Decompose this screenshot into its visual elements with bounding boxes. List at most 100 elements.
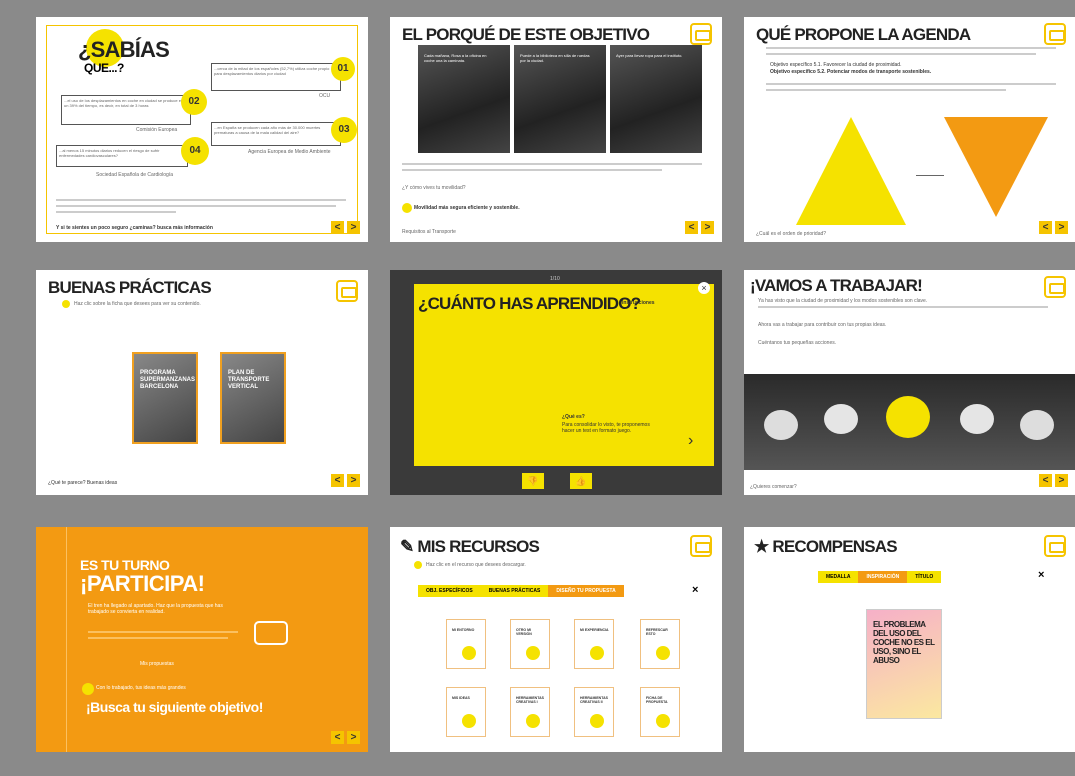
resource-card[interactable]: OTRO MI VERSIÓN — [510, 619, 550, 669]
text-line — [56, 211, 176, 213]
close-icon[interactable]: × — [698, 282, 710, 294]
dislike-button[interactable]: 👎 — [522, 473, 544, 489]
prev-button[interactable]: < — [1039, 221, 1052, 234]
resource-title: MI EXPERIENCIA — [580, 628, 609, 632]
slide-title: ¡VAMOS A TRABAJAR! — [750, 276, 923, 295]
bus-logo-icon — [1044, 23, 1066, 45]
paper-ball — [764, 410, 798, 440]
resource-title: HERRAMIENTAS CREATIVAS II — [580, 696, 608, 704]
footer-text: Requisitos al Transporte — [402, 229, 456, 235]
crumpled-paper-image — [744, 374, 1075, 470]
tab-disenio-propuesta[interactable]: DISEÑO TU PROPUESTA — [548, 585, 624, 597]
resource-card[interactable]: HERRAMIENTAS CREATIVAS II — [574, 687, 614, 737]
photo-1-caption: Cada mañana, Rosa a la oficina en coche … — [424, 53, 487, 63]
photo-3: Ayer para llevar ropa para el instituto. — [610, 45, 702, 153]
tab-medalla[interactable]: MEDALLA — [818, 571, 858, 583]
tab-buenas-practicas[interactable]: BUENAS PRÁCTICAS — [481, 585, 549, 597]
reward-tabs: MEDALLA INSPIRACIÓN TÍTULO — [818, 571, 942, 583]
close-icon[interactable]: × — [1038, 569, 1044, 581]
fact-02-source: Comisión Europea — [136, 127, 178, 133]
paper-ball — [960, 404, 994, 434]
resource-title: OTRO MI VERSIÓN — [516, 628, 532, 636]
text-line — [766, 47, 1056, 49]
like-button[interactable]: 👍 — [570, 473, 592, 489]
vertical-line — [66, 527, 67, 752]
slide-quiz[interactable]: 1/10 ¿CUÁNTO HAS APRENDIDO? Instruccione… — [390, 270, 722, 495]
next-button[interactable]: > — [347, 731, 360, 744]
prev-button[interactable]: < — [685, 221, 698, 234]
bus-logo-icon — [690, 23, 712, 45]
bus-logo-icon — [336, 280, 358, 302]
next-button[interactable]: > — [1055, 474, 1068, 487]
hint-dot — [414, 561, 422, 569]
fact-04-source: Sociedad Española de Cardiología — [96, 172, 173, 178]
slide-vamos-trabajar[interactable]: ¡VAMOS A TRABAJAR! Ya has visto que la c… — [744, 270, 1075, 495]
prev-button[interactable]: < — [331, 731, 344, 744]
slide-nav: < > — [1039, 221, 1068, 234]
next-button[interactable]: > — [1055, 221, 1068, 234]
resource-card[interactable]: FICHA DE PROPUESTA — [640, 687, 680, 737]
slide-subtitle: QUE...? — [84, 61, 124, 75]
mis-propuestas-link[interactable]: Mis propuestas — [140, 661, 174, 667]
footer-text: ¿Cuál es el orden de prioridad? — [756, 231, 827, 237]
bus-plug-icon — [254, 621, 288, 645]
bulb-icon — [590, 714, 604, 728]
fact-02: ...el uso de los desplazamientos en coch… — [61, 95, 191, 125]
slide-nav: < > — [331, 221, 360, 234]
practice-card-1[interactable]: PROGRAMA SUPERMANZANAS BARCELONA — [132, 352, 198, 444]
prev-button[interactable]: < — [1039, 474, 1052, 487]
practice-card-2[interactable]: PLAN DE TRANSPORTE VERTICAL — [220, 352, 286, 444]
bus-logo-icon — [690, 535, 712, 557]
close-icon[interactable]: × — [692, 584, 698, 596]
hint-text: Movilidad más segura eficiente y sosteni… — [414, 205, 520, 211]
tab-titulo[interactable]: TÍTULO — [907, 571, 941, 583]
text-line — [766, 89, 1006, 91]
prev-button[interactable]: < — [331, 474, 344, 487]
slide-sabias[interactable]: ¿SABÍAS QUE...? ...cerca de la mitad de … — [36, 17, 368, 242]
bus-logo-icon — [1044, 535, 1066, 557]
bus-logo-icon — [1044, 276, 1066, 298]
slide-nav: < > — [331, 731, 360, 744]
slide-mis-recursos[interactable]: ✎ MIS RECURSOS Haz clic en el recurso qu… — [390, 527, 722, 752]
slide-title: BUENAS PRÁCTICAS — [48, 278, 212, 297]
resource-card[interactable]: HERRAMIENTAS CREATIVAS I — [510, 687, 550, 737]
resource-title: FICHA DE PROPUESTA — [646, 696, 668, 704]
resource-card[interactable]: REFRESCAR ESTO — [640, 619, 680, 669]
next-button[interactable]: > — [347, 474, 360, 487]
prev-button[interactable]: < — [331, 221, 344, 234]
tab-obj-especificos[interactable]: OBJ. ESPECÍFICOS — [418, 585, 481, 597]
tab-inspiracion[interactable]: INSPIRACIÓN — [858, 571, 908, 583]
bulb-paper-ball — [886, 396, 930, 438]
slide-agenda[interactable]: QUÉ PROPONE LA AGENDA Objetivo específic… — [744, 17, 1075, 242]
slide-nav: < > — [331, 474, 360, 487]
next-button[interactable]: > — [347, 221, 360, 234]
slide-buenas-practicas[interactable]: BUENAS PRÁCTICAS Haz clic sobre la ficha… — [36, 270, 368, 495]
paragraph-3: Cuéntanos tus pequeñas acciones. — [758, 340, 837, 346]
slide-recompensas[interactable]: ★ RECOMPENSAS MEDALLA INSPIRACIÓN TÍTULO… — [744, 527, 1075, 752]
slide-nav: < > — [685, 221, 714, 234]
objective-2: Objetivo específico 5.2. Potenciar modos… — [770, 69, 932, 75]
text-line — [402, 163, 702, 165]
resource-title: MIS IDEAS — [452, 696, 470, 700]
poster-text: EL PROBLEMA DEL USO DEL COCHE NO ES EL U… — [873, 620, 935, 665]
hint-text: Haz clic sobre la ficha que desees para … — [74, 301, 201, 307]
instructions-button[interactable]: Instrucciones — [622, 300, 655, 306]
resource-card[interactable]: MIS IDEAS — [446, 687, 486, 737]
bulb-icon — [656, 714, 670, 728]
star-icon: ★ — [754, 537, 773, 556]
resource-card[interactable]: MI ENTORNO — [446, 619, 486, 669]
slide-participa[interactable]: ES TU TURNO ¡PARTICIPA! El tren ha llega… — [36, 527, 368, 752]
slide-porque[interactable]: EL PORQUÉ DE ESTE OBJETIVO Cada mañana, … — [390, 17, 722, 242]
text-line — [88, 631, 238, 633]
note-text: Con lo trabajado, tus ideas más grandes — [96, 685, 186, 691]
paperclip-icon: ✎ — [400, 537, 418, 556]
bulb-icon — [462, 714, 476, 728]
question-text: ¿Y cómo vives tu movilidad? — [402, 185, 466, 191]
priority-pyramid — [796, 117, 906, 225]
inverted-pyramid — [944, 117, 1048, 217]
resource-card[interactable]: MI EXPERIENCIA — [574, 619, 614, 669]
next-button[interactable]: > — [701, 221, 714, 234]
next-arrow-icon[interactable]: › — [688, 432, 693, 450]
next-objective-link[interactable]: ¡Busca tu siguiente objetivo! — [86, 699, 263, 715]
slide-title: QUÉ PROPONE LA AGENDA — [756, 25, 971, 44]
